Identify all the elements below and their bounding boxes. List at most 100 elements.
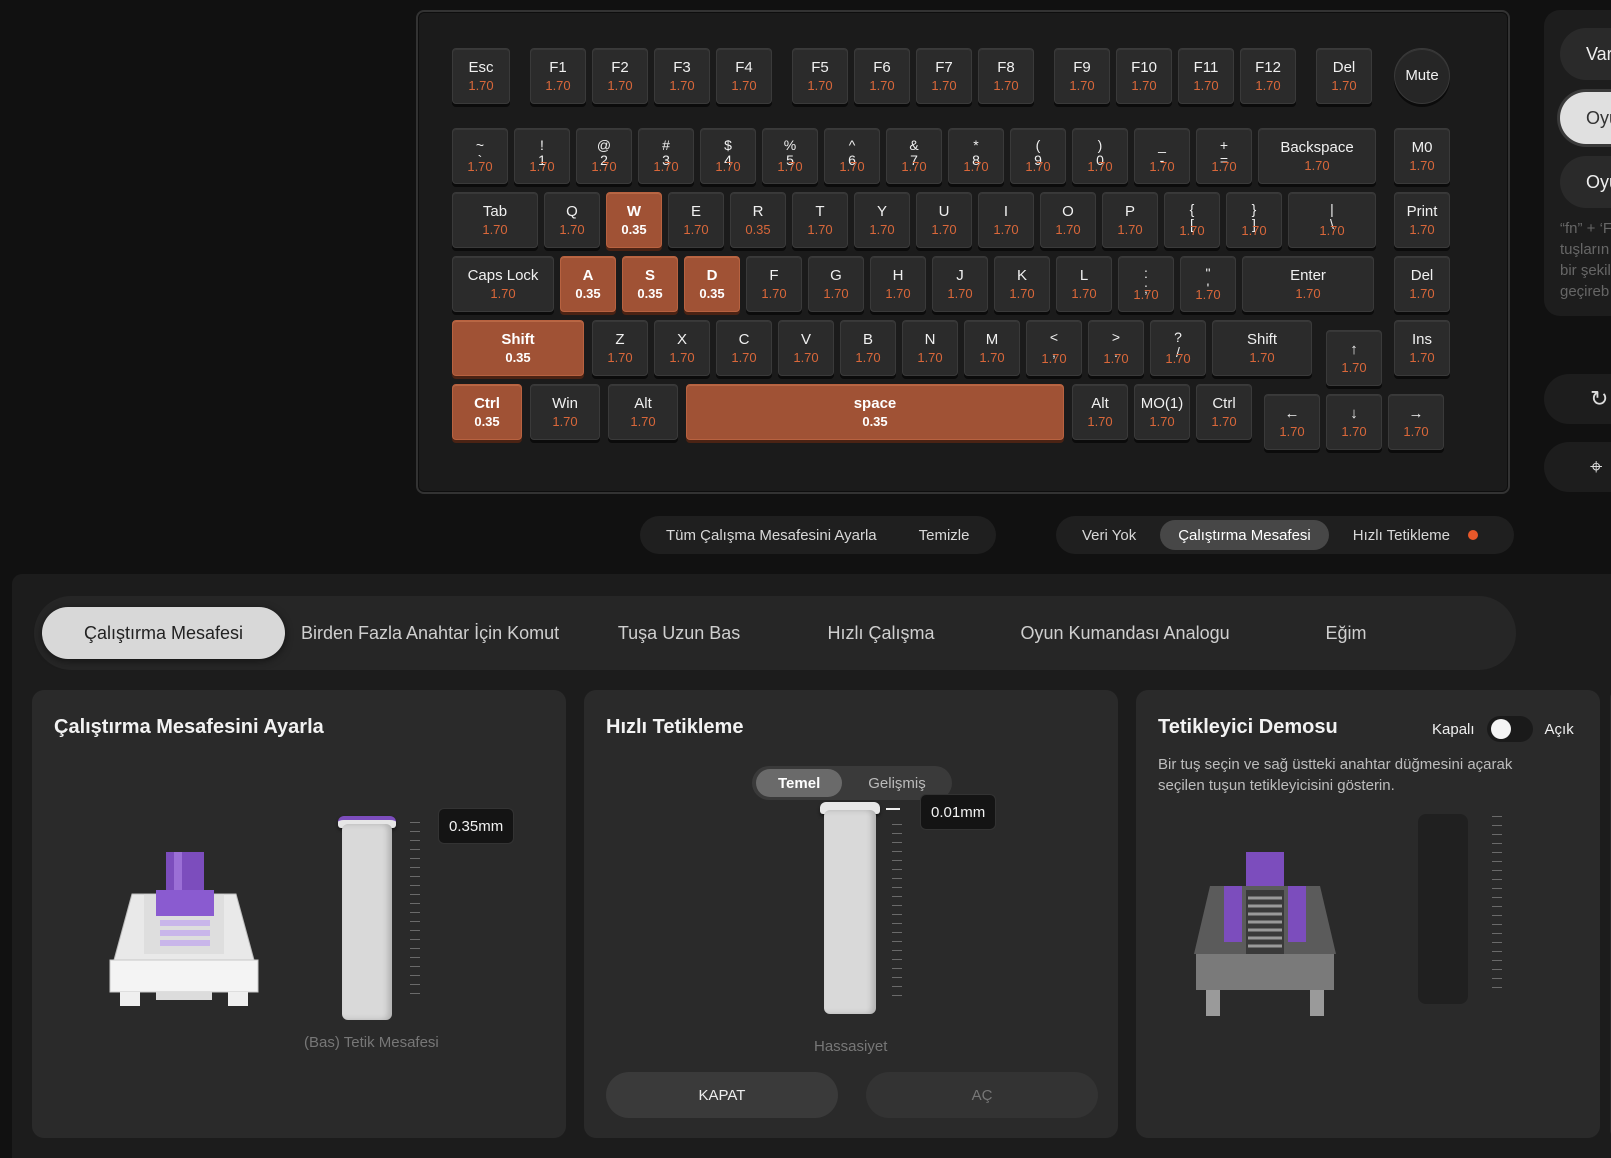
key-enter[interactable]: Enter 1.70 <box>1242 256 1374 312</box>
key-tab[interactable]: Tab 1.70 <box>452 192 538 248</box>
key-sym3-10[interactable]: : ; 1.70 <box>1118 256 1174 312</box>
key-print[interactable]: Print 1.70 <box>1394 192 1450 248</box>
key-alt[interactable]: Alt 1.70 <box>1072 384 1128 440</box>
key-sym2-12[interactable]: } ] 1.70 <box>1226 192 1282 248</box>
tab-tilt[interactable]: Eğim <box>1271 596 1421 670</box>
key-sym1-0[interactable]: ~ ` 1.70 <box>452 128 508 184</box>
profile-pill-default[interactable]: Var <box>1560 28 1611 80</box>
key-sym1-7[interactable]: & 7 1.70 <box>886 128 942 184</box>
key-sym2-11[interactable]: { [1.70 <box>1164 192 1220 248</box>
key-mute[interactable]: Mute <box>1394 48 1450 104</box>
key-sym5-7[interactable]: ← 1.70 <box>1264 394 1320 450</box>
key-capslock[interactable]: Caps Lock 1.70 <box>452 256 554 312</box>
clear-button[interactable]: Temizle <box>901 520 988 550</box>
view-rapid-trigger-button[interactable]: Hızlı Tetikleme <box>1335 520 1450 550</box>
key-sym1-10[interactable]: ) 0 1.70 <box>1072 128 1128 184</box>
mode-basic-button[interactable]: Temel <box>756 769 843 797</box>
demo-toggle-switch[interactable] <box>1486 716 1533 742</box>
key-space[interactable]: space 0.35 <box>686 384 1064 440</box>
key-u[interactable]: U 1.70 <box>916 192 972 248</box>
tab-multi-key-command[interactable]: Birden Fazla Anahtar İçin Komut <box>285 596 575 670</box>
key-x[interactable]: X 1.70 <box>654 320 710 376</box>
key-alt[interactable]: Alt 1.70 <box>608 384 678 440</box>
tab-gamepad-analog[interactable]: Oyun Kumandası Analogu <box>979 596 1271 670</box>
key-a[interactable]: A 0.35 <box>560 256 616 312</box>
key-k[interactable]: K 1.70 <box>994 256 1050 312</box>
key-ctrl[interactable]: Ctrl 1.70 <box>1196 384 1252 440</box>
key-sym4-10[interactable]: ? /1.70 <box>1150 320 1206 376</box>
actuation-slider-track[interactable] <box>342 824 392 1020</box>
key-sym2-13[interactable]: | \ 1.70 <box>1288 192 1376 248</box>
key-w[interactable]: W 0.35 <box>606 192 662 248</box>
key-f9[interactable]: F9 1.70 <box>1054 48 1110 104</box>
key-sym5-9[interactable]: → 1.70 <box>1388 394 1444 450</box>
key-c[interactable]: C 1.70 <box>716 320 772 376</box>
key-sym4-9[interactable]: > . 1.70 <box>1088 320 1144 376</box>
key-ctrl[interactable]: Ctrl 0.35 <box>452 384 522 440</box>
key-m0[interactable]: M0 1.70 <box>1394 128 1450 184</box>
key-sym4-12[interactable]: ↑ 1.70 <box>1326 330 1382 386</box>
key-sym1-4[interactable]: $ 4 1.70 <box>700 128 756 184</box>
key-f[interactable]: F 1.70 <box>746 256 802 312</box>
key-backspace[interactable]: Backspace 1.70 <box>1258 128 1376 184</box>
key-r[interactable]: R 0.35 <box>730 192 786 248</box>
key-f2[interactable]: F2 1.70 <box>592 48 648 104</box>
key-sym1-6[interactable]: ^ 6 1.70 <box>824 128 880 184</box>
key-j[interactable]: J 1.70 <box>932 256 988 312</box>
key-f11[interactable]: F11 1.70 <box>1178 48 1234 104</box>
view-no-data-button[interactable]: Veri Yok <box>1064 520 1154 550</box>
view-actuation-button[interactable]: Çalıştırma Mesafesi <box>1160 520 1329 550</box>
key-sym3-11[interactable]: " ' 1.70 <box>1180 256 1236 312</box>
key-f6[interactable]: F6 1.70 <box>854 48 910 104</box>
key-d[interactable]: D 0.35 <box>684 256 740 312</box>
key-y[interactable]: Y 1.70 <box>854 192 910 248</box>
key-q[interactable]: Q 1.70 <box>544 192 600 248</box>
key-del[interactable]: Del 1.70 <box>1316 48 1372 104</box>
reset-button[interactable]: ↻ <box>1544 374 1611 424</box>
key-i[interactable]: I 1.70 <box>978 192 1034 248</box>
sensitivity-slider-track[interactable] <box>824 810 876 1014</box>
tab-rapid-actuation[interactable]: Hızlı Çalışma <box>783 596 979 670</box>
key-f5[interactable]: F5 1.70 <box>792 48 848 104</box>
key-f12[interactable]: F12 1.70 <box>1240 48 1296 104</box>
key-f7[interactable]: F7 1.70 <box>916 48 972 104</box>
key-t[interactable]: T 1.70 <box>792 192 848 248</box>
key-g[interactable]: G 1.70 <box>808 256 864 312</box>
key-e[interactable]: E 1.70 <box>668 192 724 248</box>
key-del[interactable]: Del 1.70 <box>1394 256 1450 312</box>
key-s[interactable]: S 0.35 <box>622 256 678 312</box>
key-f1[interactable]: F1 1.70 <box>530 48 586 104</box>
key-sym1-9[interactable]: ( 9 1.70 <box>1010 128 1066 184</box>
set-all-actuation-button[interactable]: Tüm Çalışma Mesafesini Ayarla <box>648 520 895 550</box>
profile-pill-game-2[interactable]: Oyu <box>1560 156 1611 208</box>
key-esc[interactable]: Esc 1.70 <box>452 48 510 104</box>
tab-actuation[interactable]: Çalıştırma Mesafesi <box>42 607 286 659</box>
key-sym5-8[interactable]: ↓ 1.70 <box>1326 394 1382 450</box>
key-ins[interactable]: Ins 1.70 <box>1394 320 1450 376</box>
rapid-trigger-off-button[interactable]: KAPAT <box>606 1072 838 1118</box>
key-h[interactable]: H 1.70 <box>870 256 926 312</box>
key-sym1-3[interactable]: # 3 1.70 <box>638 128 694 184</box>
key-f10[interactable]: F10 1.70 <box>1116 48 1172 104</box>
key-b[interactable]: B 1.70 <box>840 320 896 376</box>
key-f3[interactable]: F3 1.70 <box>654 48 710 104</box>
key-sym1-12[interactable]: + = 1.70 <box>1196 128 1252 184</box>
key-v[interactable]: V 1.70 <box>778 320 834 376</box>
key-sym1-5[interactable]: % 5 1.70 <box>762 128 818 184</box>
key-m[interactable]: M 1.70 <box>964 320 1020 376</box>
key-win[interactable]: Win 1.70 <box>530 384 600 440</box>
key-shift[interactable]: Shift 1.70 <box>1212 320 1312 376</box>
key-l[interactable]: L 1.70 <box>1056 256 1112 312</box>
key-f4[interactable]: F4 1.70 <box>716 48 772 104</box>
key-mo1[interactable]: MO(1) 1.70 <box>1134 384 1190 440</box>
key-sym4-8[interactable]: < , 1.70 <box>1026 320 1082 376</box>
profile-pill-game-1[interactable]: Oyu <box>1560 92 1611 144</box>
mode-advanced-button[interactable]: Gelişmiş <box>846 769 948 797</box>
key-n[interactable]: N 1.70 <box>902 320 958 376</box>
tab-long-press[interactable]: Tuşa Uzun Bas <box>575 596 783 670</box>
key-sym1-2[interactable]: @ 2 1.70 <box>576 128 632 184</box>
key-z[interactable]: Z 1.70 <box>592 320 648 376</box>
key-sym1-11[interactable]: _ -1.70 <box>1134 128 1190 184</box>
key-o[interactable]: O 1.70 <box>1040 192 1096 248</box>
key-sym1-8[interactable]: * 8 1.70 <box>948 128 1004 184</box>
